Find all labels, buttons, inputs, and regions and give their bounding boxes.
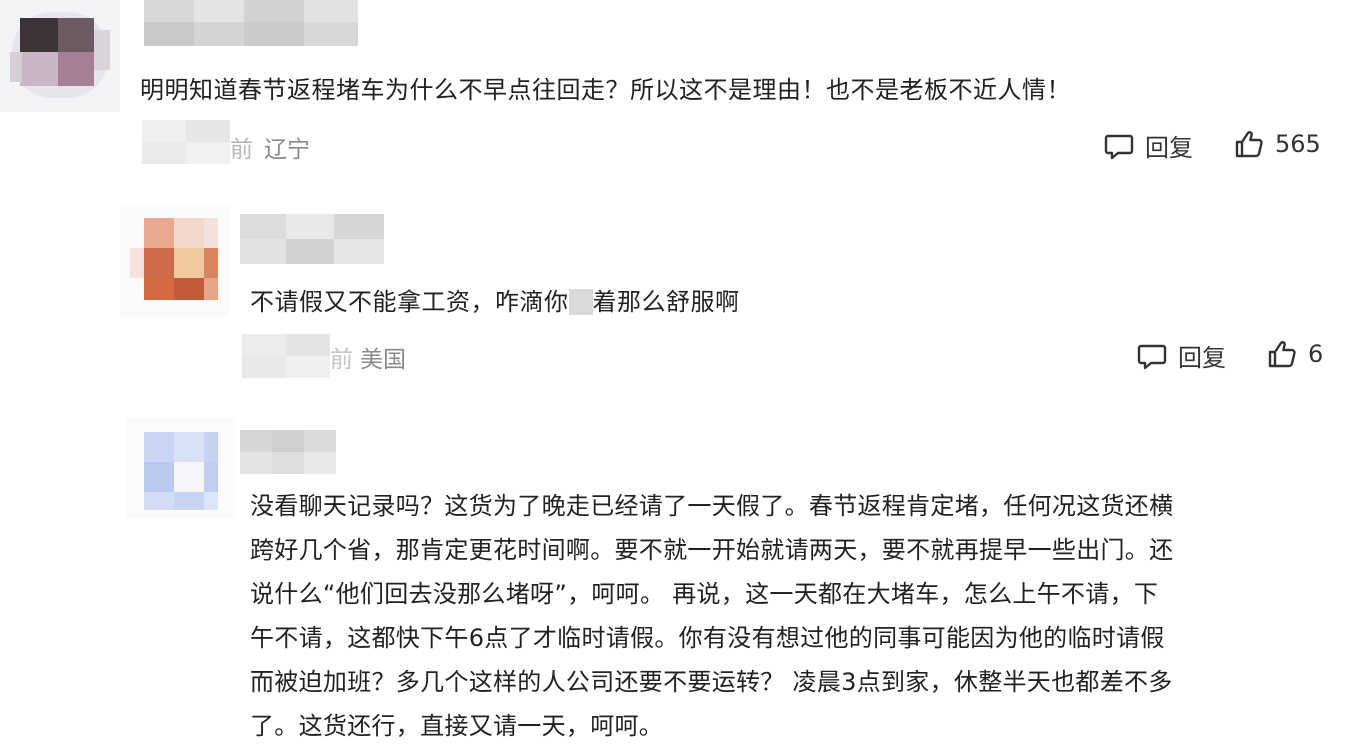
comment-bubble-icon	[1136, 340, 1168, 372]
comment-bubble-icon	[1103, 130, 1135, 162]
username-blurred[interactable]	[240, 430, 340, 474]
reply-button[interactable]: 回复	[1136, 338, 1226, 373]
thumbs-up-icon	[1233, 128, 1265, 160]
timestamp-suffix: 前	[330, 347, 353, 373]
comment-line: 说什么“他们回去没那么堵呀”，呵呵。 再说，这一天都在大堵车，怎么上午不请，下	[250, 580, 1159, 608]
location: 美国	[360, 347, 406, 373]
reply-label: 回复	[1145, 134, 1193, 162]
timestamp-blurred	[142, 120, 230, 164]
timestamp-suffix: 前	[230, 137, 253, 163]
like-count: 6	[1308, 340, 1324, 368]
location: 辽宁	[264, 137, 310, 163]
avatar[interactable]	[0, 0, 120, 112]
reply-label: 回复	[1178, 344, 1226, 372]
comment-line: 跨好几个省，那肯定更花时间啊。要不就一开始就请两天，要不就再提早一些出门。还	[250, 536, 1174, 564]
avatar[interactable]	[126, 418, 236, 518]
reply-button[interactable]: 回复	[1103, 128, 1193, 163]
username-blurred[interactable]	[140, 0, 360, 48]
thumbs-up-icon	[1266, 338, 1298, 370]
blurred-character	[568, 289, 593, 315]
like-button[interactable]: 6	[1266, 338, 1323, 370]
comment-line: 没看聊天记录吗？这货为了晚走已经请了一天假了。春节返程肯定堵，任何况这货还横	[250, 492, 1174, 520]
comment-line: 午不请，这都快下午6点了才临时请假。你有没有想过他的同事可能因为他的临时请假	[250, 624, 1165, 652]
username-blurred[interactable]	[240, 214, 400, 264]
like-button[interactable]: 565	[1233, 128, 1321, 160]
like-count: 565	[1275, 130, 1321, 158]
avatar[interactable]	[120, 206, 230, 316]
comment-text: 不请假又不能拿工资，咋滴你 着那么舒服啊	[250, 288, 740, 316]
comment-line: 而被迫加班？多几个这样的人公司还要不要运转？ 凌晨3点到家，休整半天也都差不多	[250, 668, 1173, 696]
comment-line: 了。这货还行，直接又请一天，呵呵。	[250, 712, 664, 740]
timestamp-blurred	[242, 334, 330, 378]
comment-text: 明明知道春节返程堵车为什么不早点往回走？所以这不是理由！也不是老板不近人情！	[140, 76, 1071, 104]
comment-text: 没看聊天记录吗？这货为了晚走已经请了一天假了。春节返程肯定堵，任何况这货还横 跨…	[250, 484, 1330, 748]
